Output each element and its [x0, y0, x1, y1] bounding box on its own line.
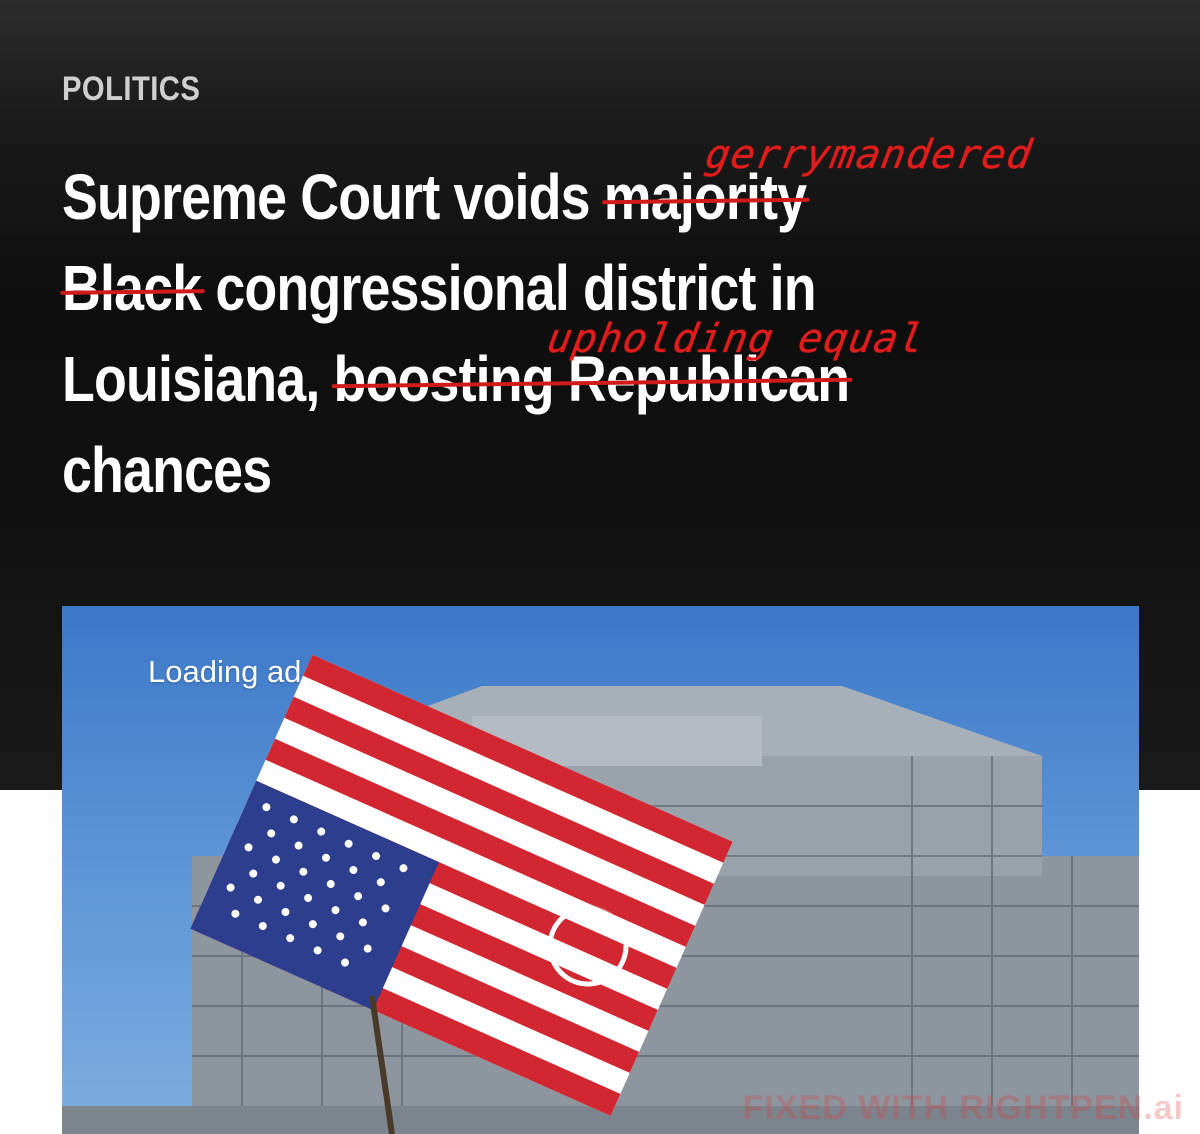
loading-ad-label: Loading ad [148, 654, 302, 689]
article-page: POLITICS Supreme Court voids majority Bl… [0, 0, 1200, 1134]
handwritten-replacement-2: upholding equal [543, 316, 929, 362]
watermark: FIXED WITH RIGHTPEN.ai [742, 1089, 1184, 1127]
struck-word: Black [62, 243, 202, 334]
headline-text: congressional district in [201, 252, 816, 324]
handwritten-replacement-1: gerrymandered [701, 132, 1037, 178]
headline-line-4: chances [62, 425, 969, 516]
section-kicker[interactable]: POLITICS [62, 70, 200, 109]
ad-video-player[interactable]: Loading ad [62, 606, 1139, 1134]
headline-text: Supreme Court voids [62, 161, 604, 233]
headline-text: chances [62, 434, 272, 506]
headline-text: Louisiana, [62, 343, 334, 415]
